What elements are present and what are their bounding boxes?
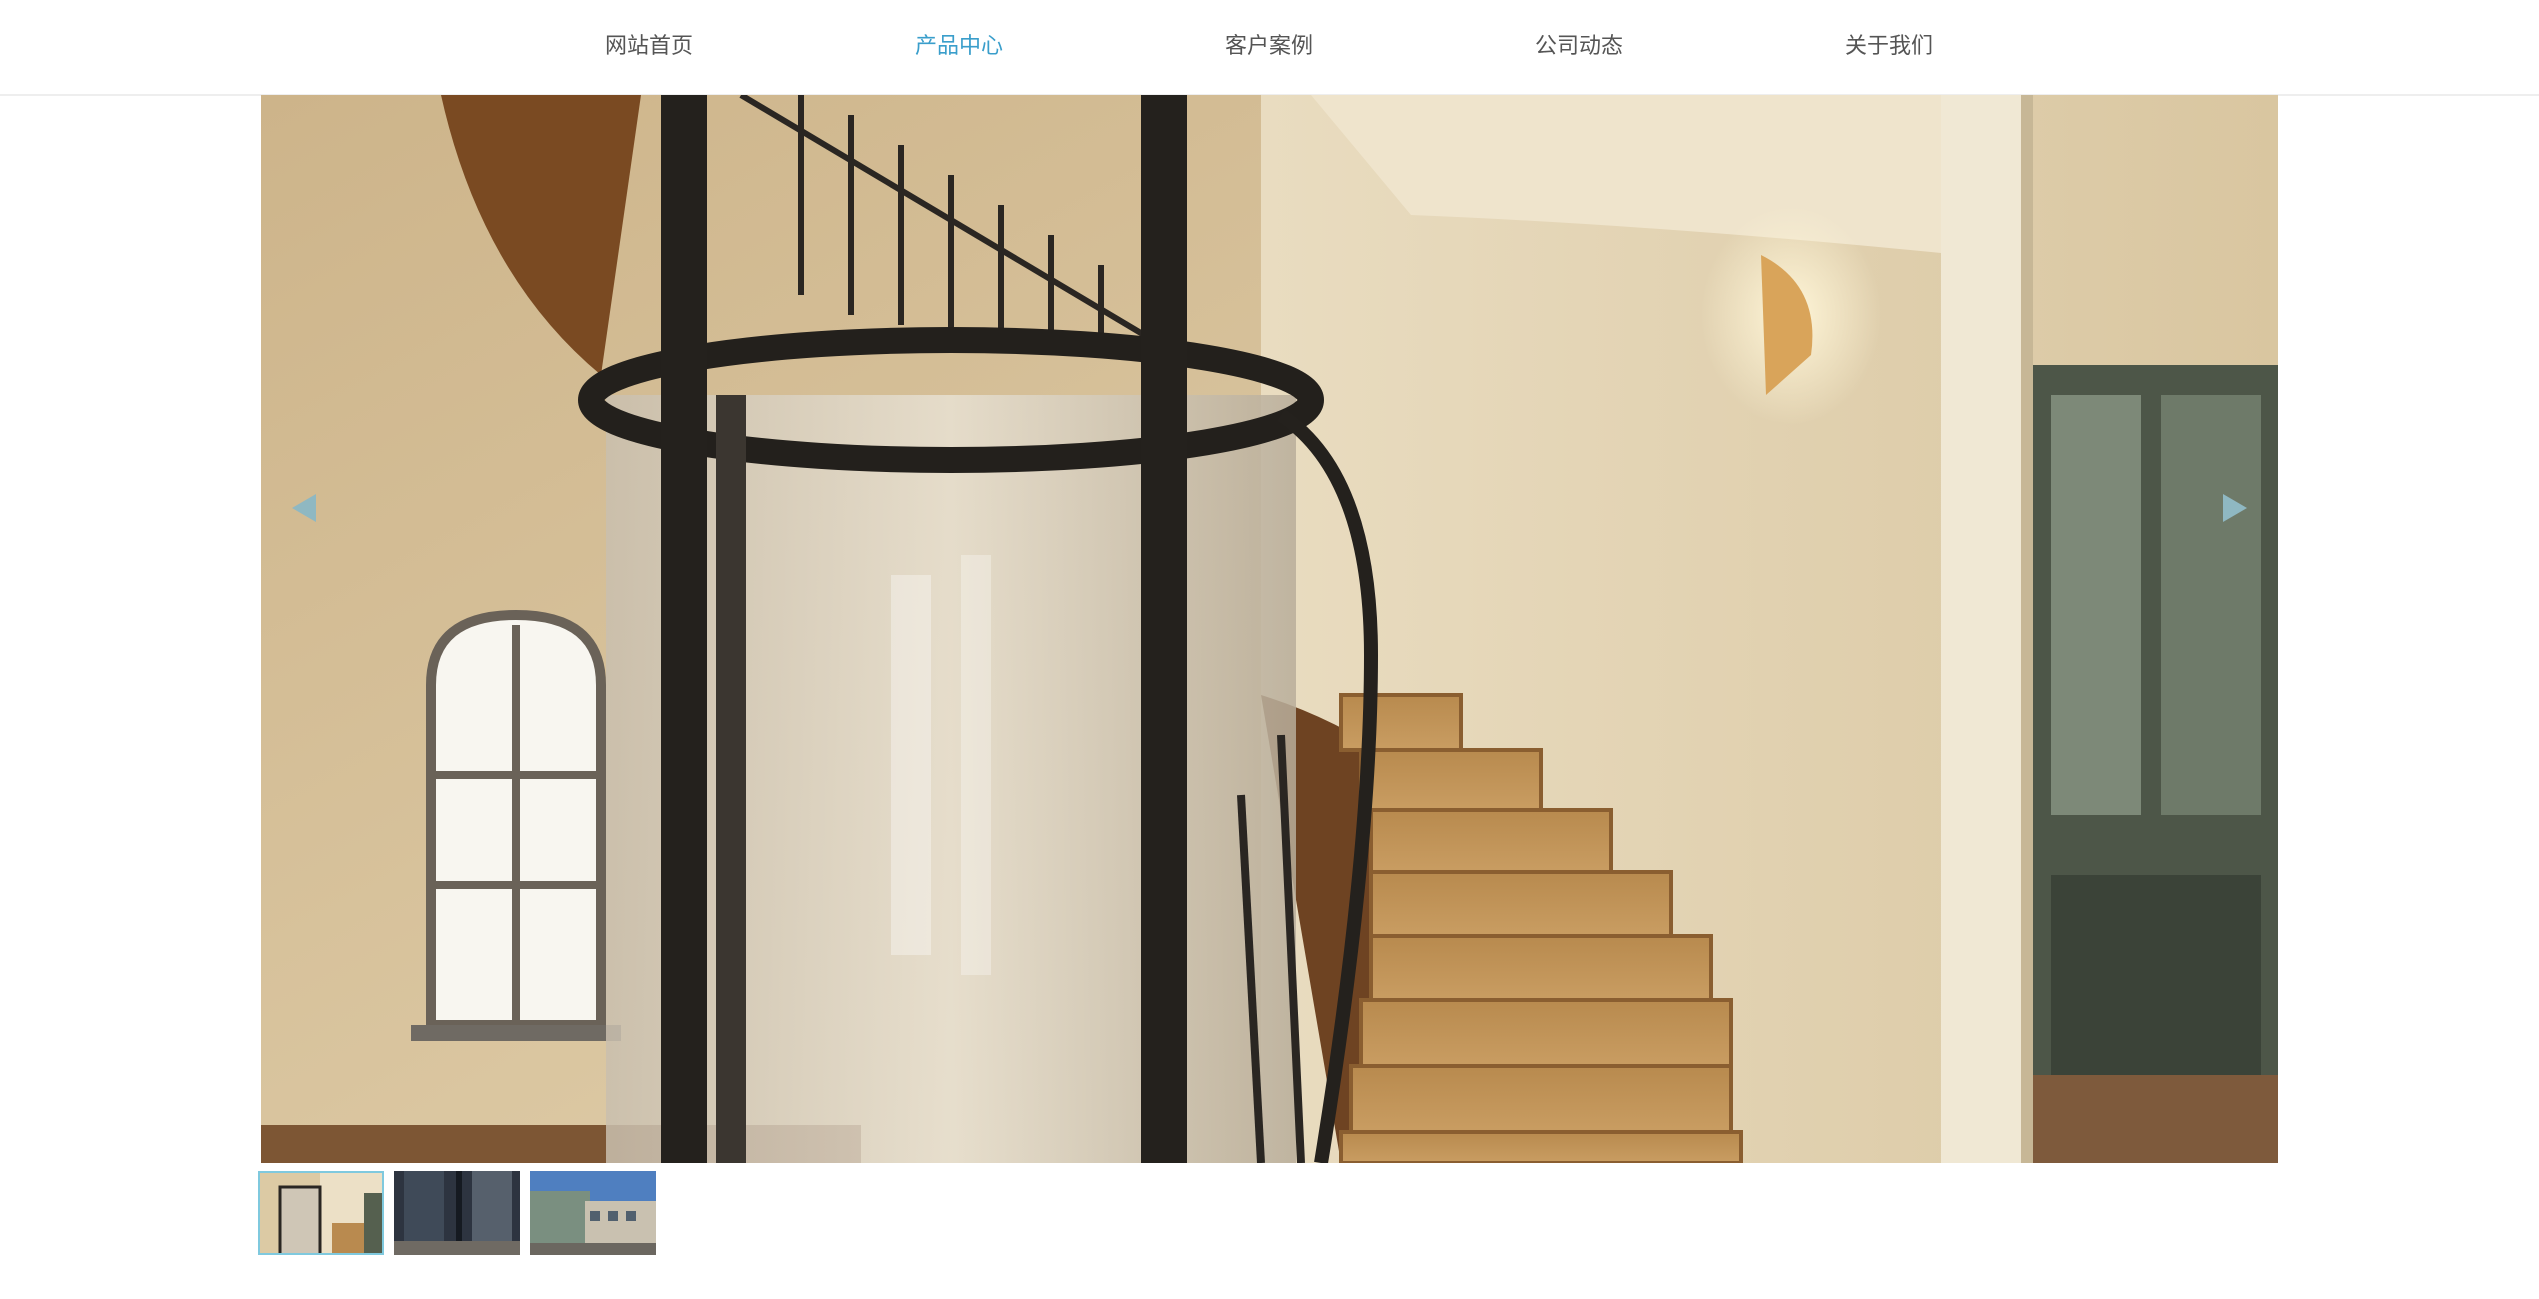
nav-item-news[interactable]: 公司动态 <box>1489 30 1669 62</box>
thumbnail-1[interactable] <box>258 1171 384 1255</box>
nav-item-about[interactable]: 关于我们 <box>1799 30 1979 62</box>
triangle-right-icon <box>2223 494 2247 522</box>
slider-prev-button[interactable] <box>286 488 326 528</box>
nav-item-products[interactable]: 产品中心 <box>869 30 1049 62</box>
slider-next-button[interactable] <box>2213 488 2253 528</box>
thumbnail-2[interactable] <box>394 1171 520 1255</box>
thumbnail-3[interactable] <box>530 1171 656 1255</box>
nav-item-cases[interactable]: 客户案例 <box>1179 30 1359 62</box>
thumbnail-image-elevator <box>260 1173 382 1253</box>
thumbnail-image-dark-entrance <box>394 1171 520 1255</box>
slider-main-image <box>261 95 2278 1163</box>
triangle-left-icon <box>292 494 316 522</box>
top-navigation-bar: 网站首页 产品中心 客户案例 公司动态 关于我们 <box>0 0 2539 96</box>
nav-item-home[interactable]: 网站首页 <box>559 30 739 62</box>
elevator-staircase-photo <box>261 95 2278 1163</box>
thumbnail-image-building-exterior <box>530 1171 656 1255</box>
